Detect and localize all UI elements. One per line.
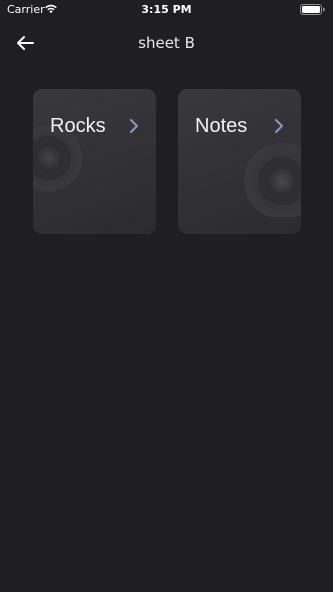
card-label-notes: Notes	[195, 115, 248, 137]
decorative-circles-icon	[244, 143, 301, 217]
page-title: sheet B	[138, 34, 195, 52]
card-label-rocks: Rocks	[50, 115, 106, 137]
arrow-left-icon	[17, 36, 34, 50]
status-bar: Carrier 3:15 PM	[0, 0, 333, 20]
clock: 3:15 PM	[141, 3, 192, 16]
chevron-right-icon	[130, 119, 138, 133]
notes-card[interactable]: Notes	[178, 89, 301, 234]
battery-icon	[300, 4, 325, 15]
rocks-card[interactable]: Rocks	[33, 89, 156, 234]
chevron-right-icon	[275, 119, 283, 133]
back-button[interactable]	[12, 31, 38, 55]
